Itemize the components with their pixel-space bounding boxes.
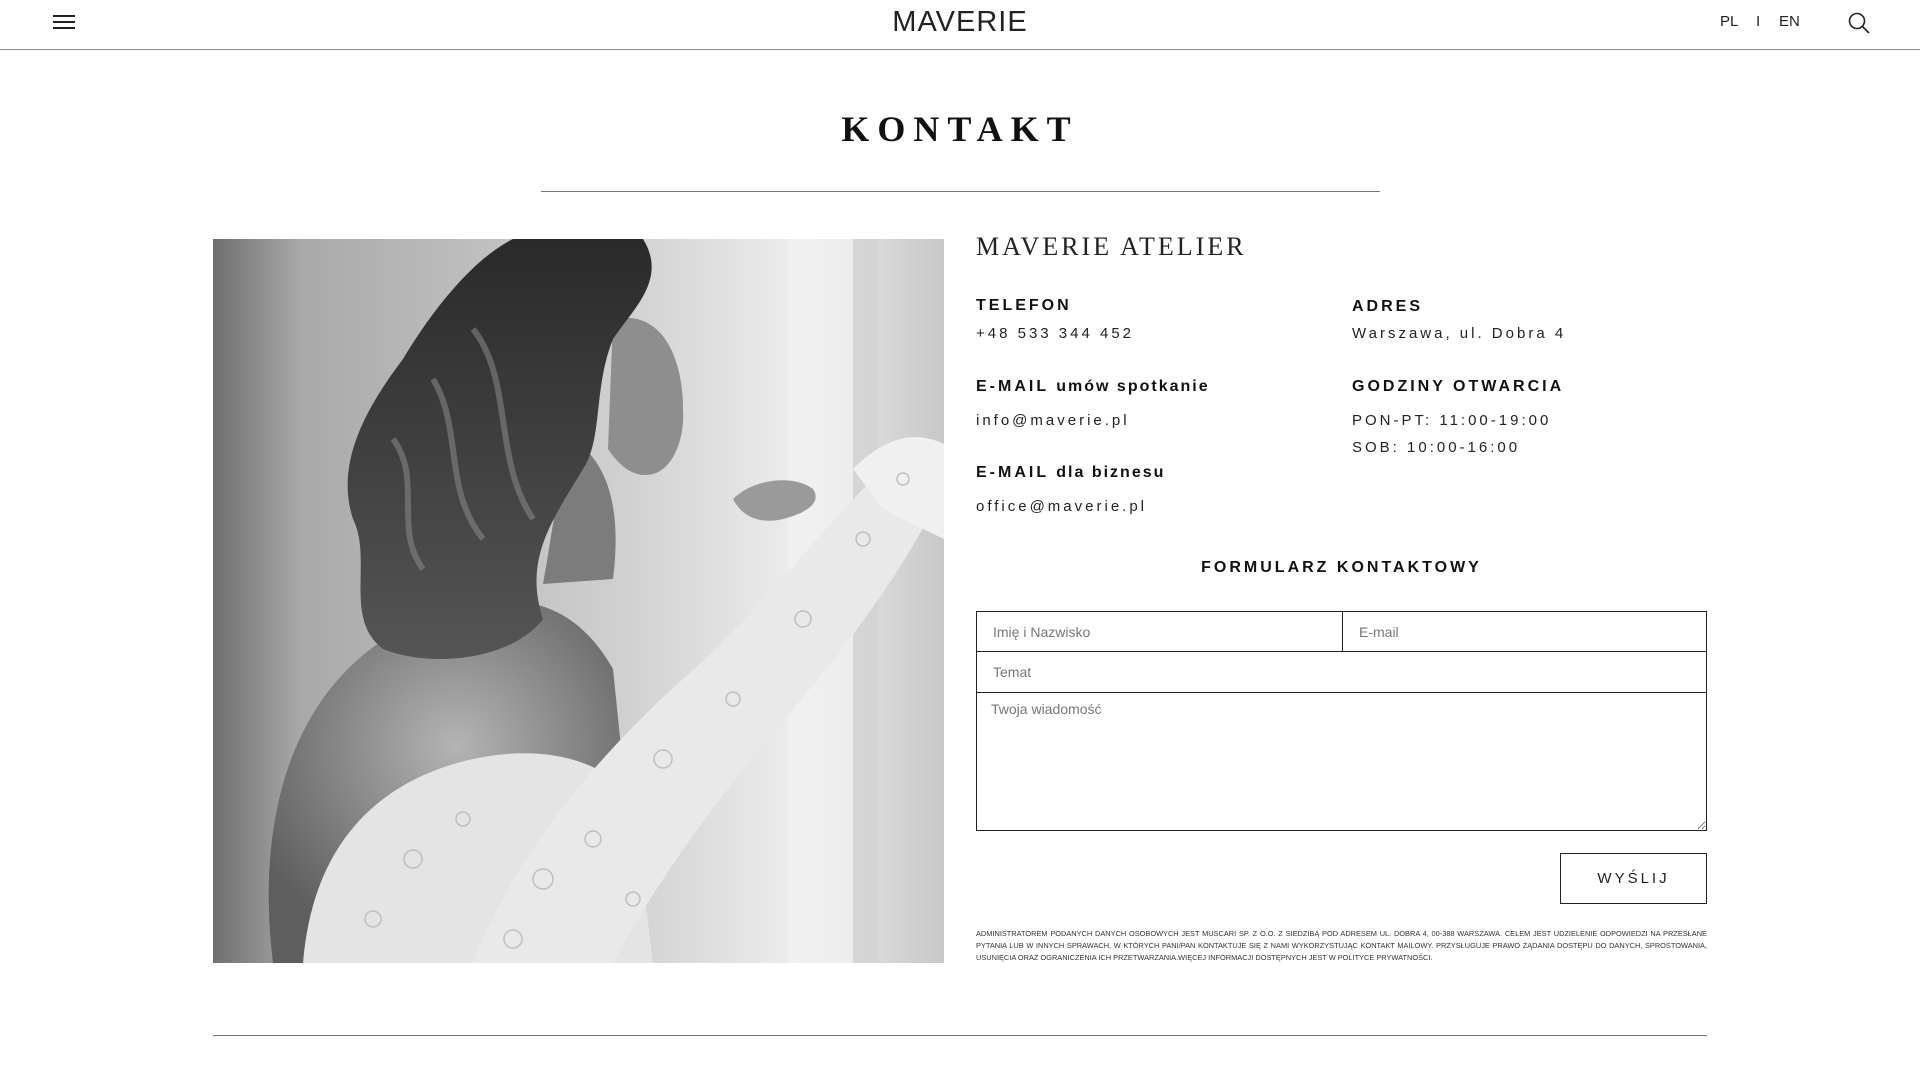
- language-pl-link[interactable]: PL: [1720, 13, 1738, 30]
- opening-hours-label: GODZINY OTWARCIA: [1352, 378, 1565, 395]
- brand-logo[interactable]: MAVERIE: [0, 6, 1920, 39]
- email-meeting-label: E-MAIL umów spotkanie: [976, 378, 1210, 396]
- email-business-label: E-MAIL dla biznesu: [976, 464, 1165, 482]
- send-button[interactable]: WYŚLIJ: [1560, 853, 1707, 904]
- email-meeting-label-main: E-MAIL: [976, 378, 1049, 395]
- phone-value[interactable]: +48 533 344 452: [976, 325, 1134, 342]
- email-meeting-label-sub: umów spotkanie: [1056, 378, 1210, 395]
- opening-hours-saturday: SOB: 10:00-16:00: [1352, 439, 1521, 456]
- email-meeting-value[interactable]: info@maverie.pl: [976, 412, 1130, 429]
- atelier-title: MAVERIE ATELIER: [976, 232, 1247, 261]
- address-label: ADRES: [1352, 298, 1424, 315]
- privacy-notice: Administratorem podanych danych osobowyc…: [976, 929, 1707, 962]
- bride-photo: [213, 239, 944, 963]
- search-icon[interactable]: [1847, 11, 1871, 35]
- opening-hours-weekdays: PON-PT: 11:00-19:00: [1352, 412, 1552, 429]
- name-input[interactable]: [976, 611, 1343, 652]
- page-title: KONTAKT: [841, 109, 1079, 149]
- contact-form-title: FORMULARZ KONTAKTOWY: [1201, 559, 1482, 576]
- email-input[interactable]: [1342, 611, 1707, 652]
- bottom-divider: [213, 1035, 1707, 1036]
- email-business-label-main: E-MAIL: [976, 464, 1049, 481]
- message-textarea[interactable]: [976, 692, 1707, 831]
- address-value: Warszawa, ul. Dobra 4: [1352, 325, 1567, 342]
- top-navigation-bar: MAVERIE PL I EN: [0, 0, 1920, 50]
- language-en-link[interactable]: EN: [1779, 13, 1800, 30]
- email-business-value[interactable]: office@maverie.pl: [976, 498, 1147, 515]
- phone-label: TELEFON: [976, 297, 1072, 314]
- title-divider: [541, 191, 1380, 192]
- subject-input[interactable]: [976, 651, 1707, 693]
- language-separator: I: [1756, 13, 1761, 30]
- email-business-label-sub: dla biznesu: [1056, 464, 1166, 481]
